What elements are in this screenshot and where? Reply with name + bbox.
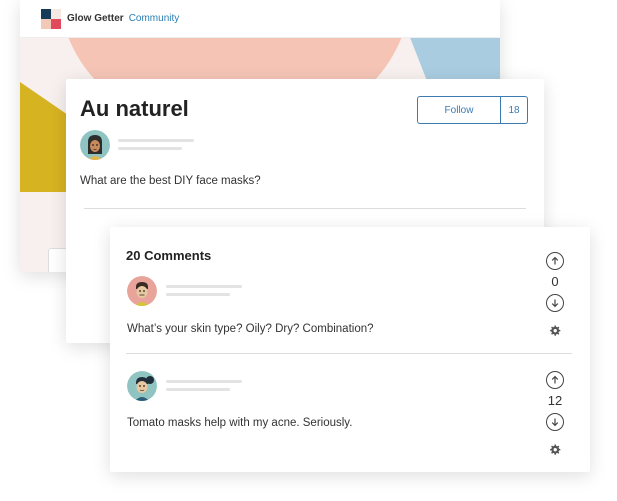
post-divider: [84, 208, 526, 209]
commenter-avatar[interactable]: [127, 371, 157, 401]
arrow-up-circle-icon: [551, 375, 559, 384]
follower-count: 18: [500, 97, 527, 123]
gear-icon[interactable]: [550, 444, 561, 455]
commenter-name-placeholder: [166, 380, 242, 383]
commenter-meta-placeholder: [166, 388, 230, 391]
arrow-up-circle-icon: [551, 256, 559, 265]
post-author-avatar[interactable]: [80, 130, 110, 160]
comment-text: What’s your skin type? Oily? Dry? Combin…: [127, 323, 374, 335]
vote-count: 0: [551, 274, 559, 289]
commenter-meta-placeholder: [166, 293, 230, 296]
follow-button[interactable]: Follow: [418, 97, 500, 123]
arrow-down-circle-icon: [551, 299, 559, 308]
post-body: What are the best DIY face masks?: [80, 175, 261, 187]
author-meta-placeholder: [118, 147, 182, 150]
site-header: Glow Getter Community: [20, 0, 500, 38]
brand-name[interactable]: Glow Getter: [67, 13, 124, 24]
vote-count: 12: [547, 393, 563, 408]
downvote-button[interactable]: [546, 413, 564, 431]
comments-card: 20 Comments What’s your skin type? Oily?…: [110, 227, 590, 472]
comment-text: Tomato masks help with my acne. Seriousl…: [127, 417, 353, 429]
comment-divider: [126, 353, 572, 354]
comments-count-title: 20 Comments: [126, 248, 212, 263]
upvote-button[interactable]: [546, 371, 564, 389]
glow-getter-logo-icon[interactable]: [41, 8, 61, 29]
post-title: Au naturel: [80, 96, 189, 121]
arrow-down-circle-icon: [551, 418, 559, 427]
upvote-button[interactable]: [546, 252, 564, 270]
follow-control: Follow 18: [417, 96, 528, 124]
commenter-name-placeholder: [166, 285, 242, 288]
downvote-button[interactable]: [546, 294, 564, 312]
gear-icon[interactable]: [550, 325, 561, 336]
commenter-avatar[interactable]: [127, 276, 157, 306]
author-name-placeholder: [118, 139, 194, 142]
community-link[interactable]: Community: [129, 13, 180, 24]
